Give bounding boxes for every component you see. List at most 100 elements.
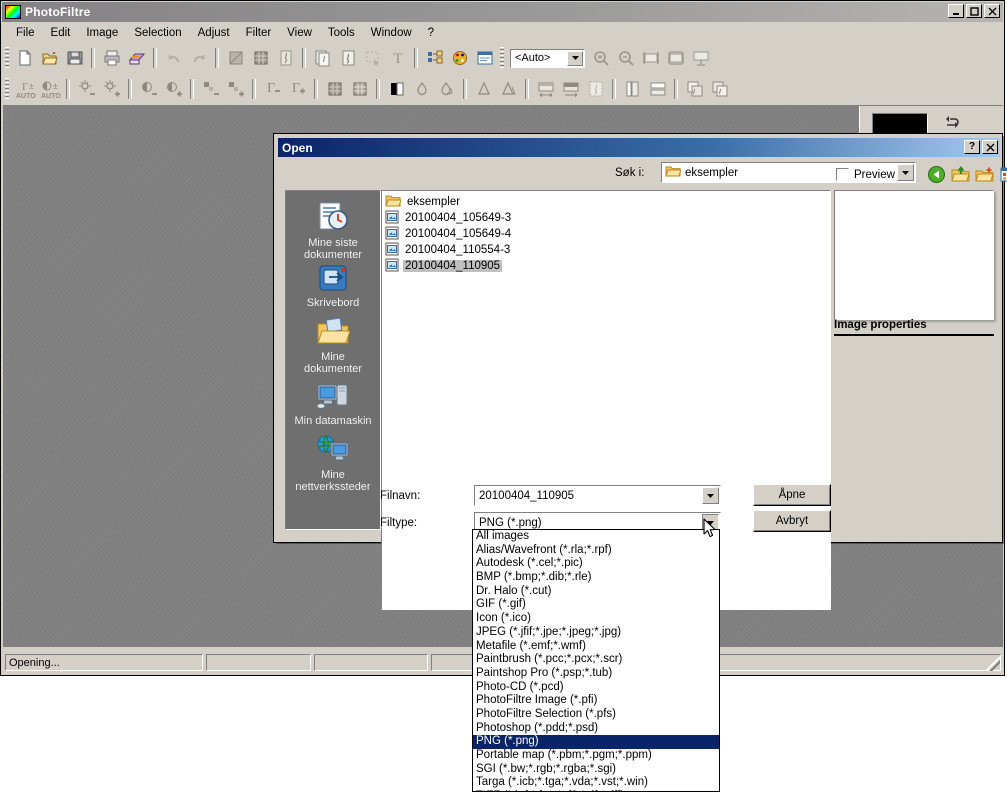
dropdown-option[interactable]: GIF (*.gif)	[473, 598, 719, 612]
dropdown-option[interactable]: BMP (*.bmp;*.dib;*.rle)	[473, 571, 719, 585]
menu-help[interactable]: ?	[420, 25, 442, 41]
halftone-icon[interactable]	[347, 77, 372, 101]
brightness-up-icon[interactable]	[99, 77, 124, 101]
dropdown-option[interactable]: Dr. Halo (*.cut)	[473, 585, 719, 599]
swap-colors-icon[interactable]	[942, 113, 962, 134]
effects-icon[interactable]	[583, 77, 608, 101]
place-my-documents[interactable]: Mine dokumenter	[286, 317, 380, 375]
cancel-button[interactable]: Avbryt	[753, 510, 831, 532]
palette-icon[interactable]	[447, 46, 472, 70]
dropdown-option[interactable]: Portable map (*.pbm;*.pgm;*.ppm)	[473, 749, 719, 763]
foreground-color-swatch[interactable]	[872, 112, 928, 135]
auto-contrast-icon[interactable]: ± AUTO	[37, 77, 62, 101]
open-icon[interactable]	[37, 46, 62, 70]
saturation-down-icon[interactable]	[198, 77, 223, 101]
sharpen-more-icon[interactable]	[496, 77, 521, 101]
menu-image[interactable]: Image	[78, 25, 126, 41]
zoom-combo[interactable]: <Auto>	[510, 48, 585, 68]
new-icon[interactable]	[12, 46, 37, 70]
gamma-up-icon[interactable]: Γ	[285, 77, 310, 101]
chevron-down-icon[interactable]	[897, 164, 914, 181]
brightness-down-icon[interactable]	[74, 77, 99, 101]
saturation-up-icon[interactable]	[223, 77, 248, 101]
layers-icon[interactable]	[422, 46, 447, 70]
text-icon[interactable]: T	[385, 46, 410, 70]
menu-view[interactable]: View	[279, 25, 320, 41]
grayscale-icon[interactable]	[384, 77, 409, 101]
filetype-dropdown-list[interactable]: All images Alias/Wavefront (*.rla;*.rpf)…	[472, 529, 720, 792]
fullscreen-icon[interactable]	[688, 46, 713, 70]
rotate-right-icon[interactable]	[707, 77, 732, 101]
minimize-button[interactable]	[948, 4, 964, 18]
toolbar-grip-2[interactable]	[500, 47, 504, 69]
dropdown-option-selected[interactable]: PNG (*.png)	[473, 735, 719, 749]
new-folder-icon[interactable]	[973, 163, 996, 185]
help-button[interactable]: ?	[964, 140, 980, 154]
place-my-computer[interactable]: Min datamaskin	[286, 381, 380, 427]
maximize-button[interactable]	[966, 4, 982, 18]
sharpen-icon[interactable]	[471, 77, 496, 101]
zoom-out-icon[interactable]	[613, 46, 638, 70]
dropdown-option[interactable]: Metafile (*.emf;*.wmf)	[473, 640, 719, 654]
resize-grip[interactable]	[986, 657, 1000, 671]
redo-icon[interactable]	[186, 46, 211, 70]
gamma-down-icon[interactable]: Γ	[260, 77, 285, 101]
menu-file[interactable]: File	[8, 25, 43, 41]
print-icon[interactable]	[99, 46, 124, 70]
menu-edit[interactable]: Edit	[43, 25, 79, 41]
open-button[interactable]: Åpne	[753, 484, 831, 506]
fit-width-icon[interactable]	[638, 46, 663, 70]
chevron-down-icon[interactable]	[702, 487, 719, 504]
properties-icon[interactable]	[472, 46, 497, 70]
menu-window[interactable]: Window	[363, 25, 420, 41]
list-item[interactable]: 20100404_105649-3	[385, 210, 830, 226]
paste-image-icon[interactable]	[335, 46, 360, 70]
dropdown-option[interactable]: Paintbrush (*.pcc;*.pcx;*.scr)	[473, 653, 719, 667]
zoom-in-icon[interactable]	[588, 46, 613, 70]
menu-selection[interactable]: Selection	[126, 25, 189, 41]
dropdown-option[interactable]: Alias/Wavefront (*.rla;*.rpf)	[473, 544, 719, 558]
texture-icon[interactable]	[273, 46, 298, 70]
print-preview-icon[interactable]	[124, 46, 149, 70]
list-item[interactable]: 20100404_110554-3	[385, 242, 830, 258]
menu-filter[interactable]: Filter	[238, 25, 280, 41]
contrast-up-icon[interactable]	[161, 77, 186, 101]
back-icon[interactable]	[925, 163, 948, 185]
list-item[interactable]: 20100404_105649-4	[385, 226, 830, 242]
grid-icon[interactable]	[248, 46, 273, 70]
fill-icon[interactable]	[223, 46, 248, 70]
fit-screen-icon[interactable]	[663, 46, 688, 70]
blur-more-icon[interactable]	[434, 77, 459, 101]
dropdown-option[interactable]: SGI (*.bw;*.rgb;*.rgba;*.sgi)	[473, 763, 719, 777]
dropdown-option[interactable]: Autodesk (*.cel;*.pic)	[473, 557, 719, 571]
dropdown-option[interactable]: Icon (*.ico)	[473, 612, 719, 626]
filename-input[interactable]: 20100404_110905	[474, 485, 721, 506]
rotate-left-icon[interactable]	[682, 77, 707, 101]
flip-vertical-icon[interactable]	[645, 77, 670, 101]
dropdown-option[interactable]: Paintshop Pro (*.psp;*.tub)	[473, 667, 719, 681]
undo-icon[interactable]	[161, 46, 186, 70]
contrast-down-icon[interactable]	[136, 77, 161, 101]
resize-icon[interactable]	[533, 77, 558, 101]
auto-level-icon[interactable]: Γ ± AUTO	[12, 77, 37, 101]
dropdown-option[interactable]: Photoshop (*.pdd;*.psd)	[473, 722, 719, 736]
save-icon[interactable]	[62, 46, 87, 70]
list-item[interactable]: eksempler	[385, 194, 830, 210]
dither-icon[interactable]	[322, 77, 347, 101]
blur-icon[interactable]	[409, 77, 434, 101]
list-item-selected[interactable]: 20100404_110905	[385, 258, 830, 274]
selection-icon[interactable]	[360, 46, 385, 70]
checkbox-box[interactable]	[836, 168, 849, 181]
place-my-network[interactable]: Mine nettverkssteder	[286, 435, 380, 493]
dropdown-option[interactable]: Photo-CD (*.pcd)	[473, 681, 719, 695]
toolbar-grip[interactable]	[5, 47, 9, 69]
place-desktop[interactable]: Skrivebord	[286, 263, 380, 309]
close-button[interactable]	[982, 140, 998, 154]
flip-horizontal-icon[interactable]	[620, 77, 645, 101]
menu-tools[interactable]: Tools	[320, 25, 363, 41]
preview-checkbox[interactable]: Preview	[836, 168, 895, 181]
place-recent-documents[interactable]: Mine siste dokumenter	[286, 201, 380, 261]
dropdown-option[interactable]: All images	[473, 530, 719, 544]
chevron-down-icon[interactable]	[567, 50, 583, 66]
menu-adjust[interactable]: Adjust	[190, 25, 238, 41]
